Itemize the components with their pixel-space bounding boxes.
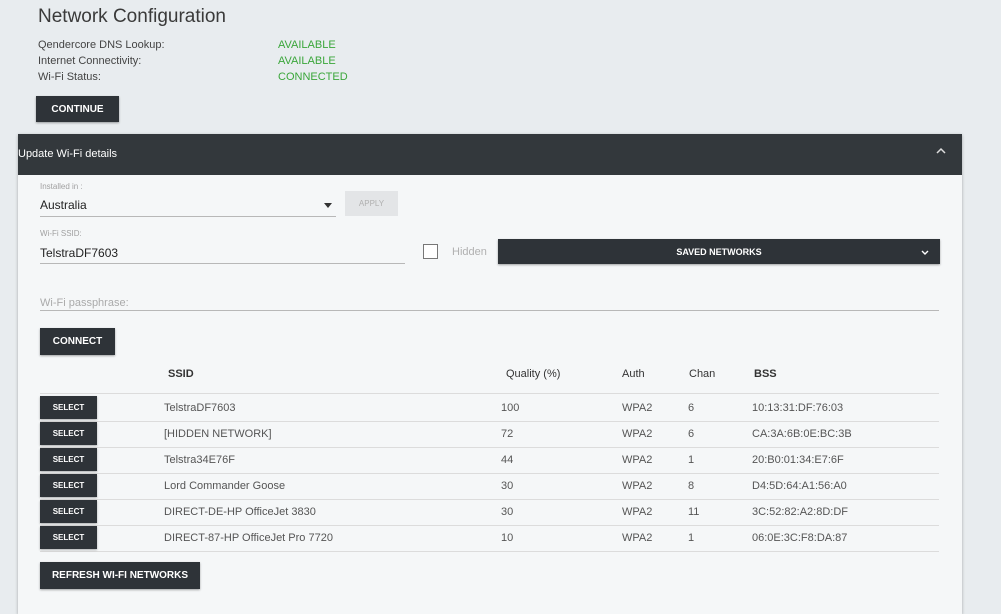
cell-quality: 10 xyxy=(501,532,514,544)
table-row: SELECT [HIDDEN NETWORK] 72 WPA2 6 CA:3A:… xyxy=(40,421,939,448)
select-button[interactable]: SELECT xyxy=(40,526,97,549)
cell-bss: 06:0E:3C:F8:DA:87 xyxy=(752,532,848,544)
cell-chan: 6 xyxy=(688,428,695,440)
chevron-down-icon xyxy=(921,250,929,255)
cell-chan: 8 xyxy=(688,480,695,492)
cell-quality: 44 xyxy=(501,454,514,466)
select-button[interactable]: SELECT xyxy=(40,396,97,419)
status-value: AVAILABLE xyxy=(278,39,336,51)
status-label: Qendercore DNS Lookup: xyxy=(38,39,165,51)
table-row: SELECT Telstra34E76F 44 WPA2 1 20:B0:01:… xyxy=(40,447,939,474)
continue-button[interactable]: CONTINUE xyxy=(36,96,119,122)
cell-ssid: DIRECT-DE-HP OfficeJet 3830 xyxy=(164,506,316,518)
wifi-details-panel: Update Wi-Fi details Installed in : Aust… xyxy=(18,134,962,614)
cell-quality: 30 xyxy=(501,506,514,518)
ssid-underline xyxy=(40,263,405,264)
passphrase-underline xyxy=(40,310,939,311)
cell-bss: 3C:52:82:A2:8D:DF xyxy=(752,506,848,518)
cell-quality: 100 xyxy=(501,402,520,414)
panel-title: Update Wi-Fi details xyxy=(18,148,118,160)
cell-auth: WPA2 xyxy=(622,506,653,518)
panel-header[interactable]: Update Wi-Fi details xyxy=(18,134,962,175)
cell-ssid: TelstraDF7603 xyxy=(164,402,236,414)
cell-quality: 72 xyxy=(501,428,514,440)
country-select[interactable]: Australia xyxy=(40,196,336,216)
caret-down-icon xyxy=(324,203,332,208)
chevron-up-icon[interactable] xyxy=(934,144,948,158)
country-underline xyxy=(40,216,336,217)
select-button[interactable]: SELECT xyxy=(40,500,97,523)
cell-ssid: DIRECT-87-HP OfficeJet Pro 7720 xyxy=(164,532,333,544)
cell-bss: D4:5D:64:A1:56:A0 xyxy=(752,480,847,492)
cell-bss: 10:13:31:DF:76:03 xyxy=(752,402,844,414)
column-header-chan: Chan xyxy=(689,368,716,380)
country-value: Australia xyxy=(40,198,87,212)
saved-networks-label: SAVED NETWORKS xyxy=(676,247,762,257)
hidden-label: Hidden xyxy=(452,246,487,258)
ssid-input[interactable]: TelstraDF7603 xyxy=(40,246,118,260)
connect-button[interactable]: CONNECT xyxy=(40,328,115,355)
hidden-checkbox[interactable] xyxy=(423,244,438,259)
table-row: SELECT Lord Commander Goose 30 WPA2 8 D4… xyxy=(40,473,939,500)
apply-button[interactable]: APPLY xyxy=(345,191,398,216)
page-title: Network Configuration xyxy=(38,6,226,27)
table-row: SELECT DIRECT-DE-HP OfficeJet 3830 30 WP… xyxy=(40,499,939,526)
installed-in-label: Installed in : xyxy=(40,182,83,191)
column-header-quality: Quality (%) xyxy=(506,368,561,380)
cell-auth: WPA2 xyxy=(622,428,653,440)
table-row: SELECT DIRECT-87-HP OfficeJet Pro 7720 1… xyxy=(40,525,939,552)
cell-ssid: Lord Commander Goose xyxy=(164,480,286,492)
column-header-ssid: SSID xyxy=(168,368,194,380)
status-label: Wi-Fi Status: xyxy=(38,71,101,83)
select-button[interactable]: SELECT xyxy=(40,422,97,445)
cell-chan: 11 xyxy=(688,506,700,518)
status-value: AVAILABLE xyxy=(278,55,336,67)
passphrase-input[interactable]: Wi-Fi passphrase: xyxy=(40,297,129,309)
ssid-label: Wi-Fi SSID: xyxy=(40,229,82,238)
column-header-bss: BSS xyxy=(754,368,777,380)
cell-auth: WPA2 xyxy=(622,480,653,492)
column-header-auth: Auth xyxy=(622,368,645,380)
status-value: CONNECTED xyxy=(278,71,348,83)
saved-networks-dropdown[interactable]: SAVED NETWORKS xyxy=(498,239,940,264)
table-header-divider xyxy=(40,393,939,394)
cell-ssid: Telstra34E76F xyxy=(164,454,235,466)
status-label: Internet Connectivity: xyxy=(38,55,142,67)
cell-chan: 1 xyxy=(688,454,695,466)
cell-bss: CA:3A:6B:0E:BC:3B xyxy=(752,428,852,440)
cell-auth: WPA2 xyxy=(622,402,653,414)
cell-bss: 20:B0:01:34:E7:6F xyxy=(752,454,844,466)
cell-chan: 6 xyxy=(688,402,695,414)
select-button[interactable]: SELECT xyxy=(40,474,97,497)
table-row: SELECT TelstraDF7603 100 WPA2 6 10:13:31… xyxy=(40,395,939,422)
cell-auth: WPA2 xyxy=(622,454,653,466)
cell-auth: WPA2 xyxy=(622,532,653,544)
cell-quality: 30 xyxy=(501,480,514,492)
cell-ssid: [HIDDEN NETWORK] xyxy=(164,428,272,440)
select-button[interactable]: SELECT xyxy=(40,448,97,471)
cell-chan: 1 xyxy=(688,532,695,544)
refresh-networks-button[interactable]: REFRESH WI-FI NETWORKS xyxy=(40,562,200,589)
